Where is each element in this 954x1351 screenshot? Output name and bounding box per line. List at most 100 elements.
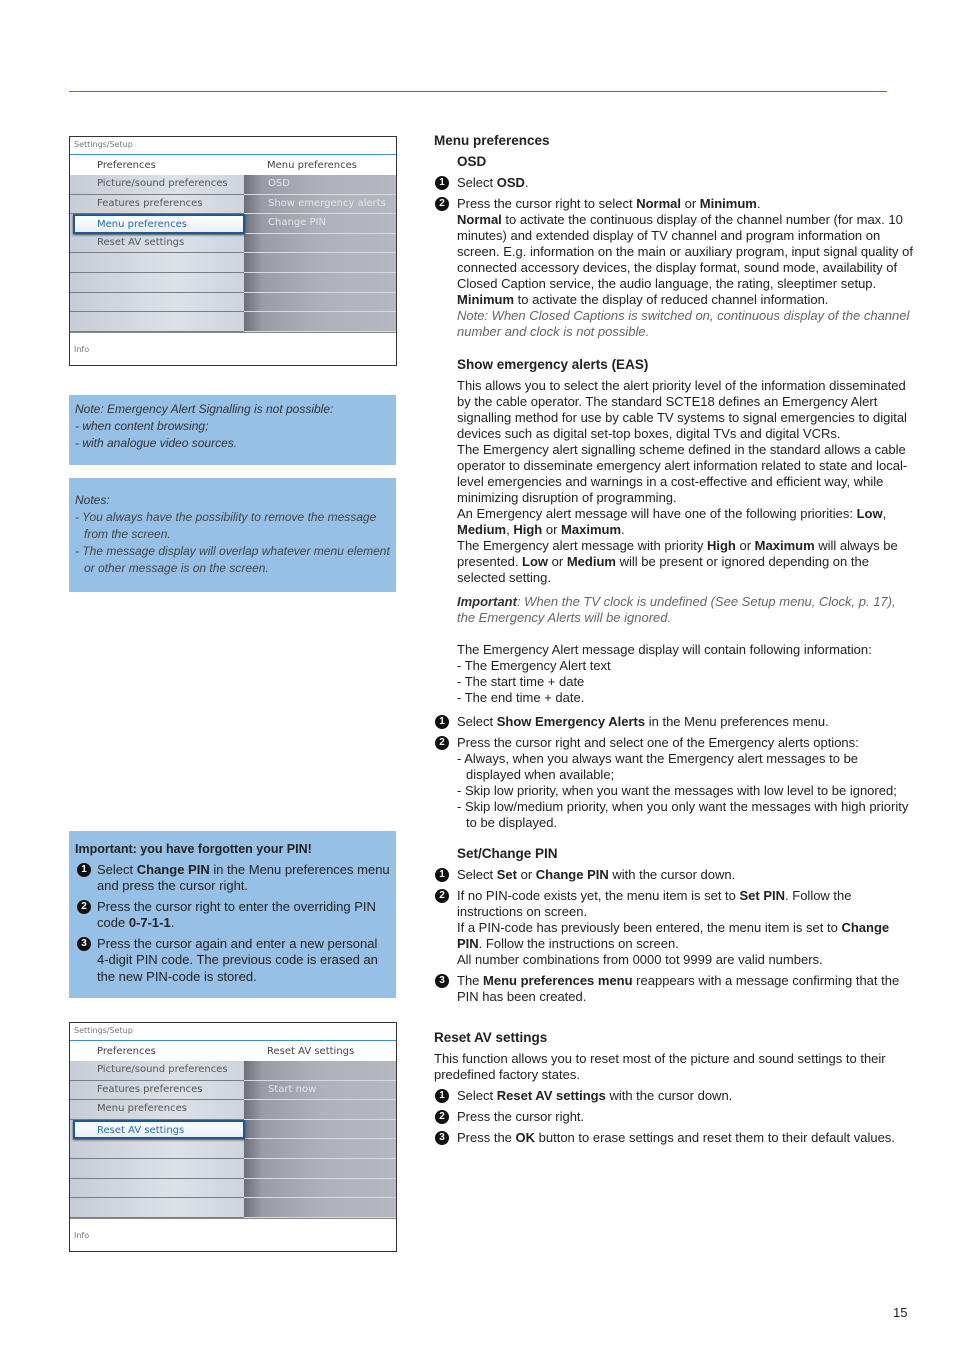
subheading-set-change-pin: Set/Change PIN bbox=[457, 846, 558, 861]
forgotten-pin-step: 3 Press the cursor again and enter a new … bbox=[75, 936, 390, 986]
menu-breadcrumb: Settings/Setup bbox=[70, 1023, 396, 1041]
step-number-icon: 1 bbox=[77, 862, 91, 877]
step-text: Press the cursor right. bbox=[457, 1109, 585, 1124]
menu-item[interactable] bbox=[70, 1198, 244, 1218]
important-label: Important bbox=[457, 594, 517, 609]
submenu-item bbox=[244, 312, 396, 332]
step-number-icon: 2 bbox=[77, 899, 91, 914]
reset-step: 2 Press the cursor right. bbox=[434, 1109, 914, 1125]
step-number-icon: 1 bbox=[435, 715, 449, 729]
submenu-item[interactable]: Start now bbox=[244, 1081, 396, 1101]
menu-item-selected[interactable]: Menu preferences bbox=[73, 214, 245, 234]
menu-left-column: Picture/sound preferences Features prefer… bbox=[70, 175, 245, 332]
main-content: Menu preferences OSD 1 Select OSD. 2 Press … bbox=[434, 133, 914, 1151]
forgotten-pin-box: Important: you have forgotten your PIN! … bbox=[69, 831, 396, 998]
step-text: Select Show Emergency Alerts in the Menu… bbox=[457, 714, 829, 729]
menu-left-header: Preferences bbox=[97, 1045, 156, 1057]
menu-item[interactable]: Features preferences bbox=[70, 1081, 244, 1101]
menu-item[interactable] bbox=[70, 1159, 244, 1179]
note-eas-not-possible: Note: Emergency Alert Signalling is not … bbox=[69, 395, 396, 465]
menu-item[interactable] bbox=[70, 1179, 244, 1199]
menu-left-column: Picture/sound preferences Features prefer… bbox=[70, 1061, 245, 1218]
step-text: Press the OK button to erase settings an… bbox=[457, 1130, 895, 1145]
forgotten-pin-step: 2 Press the cursor right to enter the ove… bbox=[75, 899, 390, 932]
eas-step: 2 Press the cursor right and select one o… bbox=[434, 735, 914, 831]
menu-item[interactable]: Menu preferences bbox=[70, 1100, 244, 1120]
menu-item[interactable] bbox=[70, 312, 244, 332]
eas-body: This allows you to select the alert prio… bbox=[457, 378, 908, 585]
step-text: Select Reset AV settings with the cursor… bbox=[457, 1088, 733, 1103]
eas-step: 1 Select Show Emergency Alerts in the Men… bbox=[434, 714, 914, 730]
step-number-icon: 1 bbox=[435, 868, 449, 882]
submenu-item[interactable]: Show emergency alerts bbox=[244, 195, 396, 215]
note-line: - You always have the possibility to rem… bbox=[75, 510, 377, 541]
note-title: Notes: bbox=[75, 493, 110, 507]
reset-step: 1 Select Reset AV settings with the curso… bbox=[434, 1088, 914, 1104]
menu-right-column: OSD Show emergency alerts Change PIN bbox=[244, 175, 396, 332]
step-number-icon: 2 bbox=[435, 889, 449, 903]
step-text: If no PIN-code exists yet, the menu item… bbox=[457, 888, 890, 967]
step-number-icon: 2 bbox=[435, 736, 449, 750]
step-text: Press the cursor right and select one of… bbox=[457, 735, 909, 830]
menu-info-bar: Info bbox=[70, 1218, 396, 1251]
eas-display-intro: The Emergency Alert message display will… bbox=[457, 642, 872, 657]
note-title: Note: Emergency Alert Signalling is not … bbox=[75, 402, 334, 416]
step-text: Press the cursor right to select Normal … bbox=[457, 196, 913, 339]
pin-step: 2 If no PIN-code exists yet, the menu ite… bbox=[434, 888, 914, 968]
note-line: - when content browsing; bbox=[75, 419, 209, 433]
submenu-item[interactable]: OSD bbox=[244, 175, 396, 195]
step-text: Select Set or Change PIN with the cursor… bbox=[457, 867, 736, 882]
tv-menu-screenshot-reset-av: Settings/Setup Preferences Reset AV sett… bbox=[69, 1022, 397, 1252]
eas-important-note: Important: When the TV clock is undefine… bbox=[434, 594, 914, 626]
submenu-item bbox=[244, 1139, 396, 1159]
submenu-item[interactable]: Change PIN bbox=[244, 214, 396, 234]
subheading-osd: OSD bbox=[457, 154, 487, 169]
reset-step: 3 Press the OK button to erase settings a… bbox=[434, 1130, 914, 1146]
forgotten-pin-title: Important: you have forgotten your PIN! bbox=[75, 842, 312, 856]
submenu-item bbox=[244, 253, 396, 273]
eas-display-item: - The start time + date bbox=[457, 674, 585, 689]
step-number-icon: 1 bbox=[435, 1089, 449, 1103]
submenu-item bbox=[244, 1198, 396, 1218]
note-line: - with analogue video sources. bbox=[75, 436, 238, 450]
submenu-item bbox=[244, 1179, 396, 1199]
step-text: Press the cursor again and enter a new p… bbox=[97, 935, 378, 984]
menu-item[interactable] bbox=[70, 293, 244, 313]
menu-item[interactable] bbox=[70, 273, 244, 293]
step-number-icon: 3 bbox=[77, 936, 91, 951]
menu-left-header: Preferences bbox=[97, 159, 156, 171]
submenu-item bbox=[244, 1159, 396, 1179]
step-text: Press the cursor right to enter the over… bbox=[97, 898, 376, 931]
page-number: 15 bbox=[893, 1305, 908, 1320]
menu-item[interactable]: Picture/sound preferences bbox=[70, 175, 244, 195]
eas-display-item: - The Emergency Alert text bbox=[457, 658, 611, 673]
note-message-display: Notes: - You always have the possibility… bbox=[69, 478, 396, 592]
step-number-icon: 3 bbox=[435, 974, 449, 988]
menu-item[interactable]: Features preferences bbox=[70, 195, 244, 215]
menu-right-header: Menu preferences bbox=[267, 159, 357, 171]
step-number-icon: 1 bbox=[435, 176, 449, 190]
note-line: - The message display will overlap whate… bbox=[75, 544, 390, 575]
menu-item[interactable]: Reset AV settings bbox=[70, 234, 244, 254]
menu-item[interactable] bbox=[70, 1139, 244, 1159]
forgotten-pin-step: 1 Select Change PIN in the Menu preferenc… bbox=[75, 862, 390, 895]
submenu-item bbox=[244, 293, 396, 313]
menu-info-bar: Info bbox=[70, 332, 396, 365]
section-heading-reset-av: Reset AV settings bbox=[434, 1030, 548, 1045]
subheading-eas: Show emergency alerts (EAS) bbox=[457, 357, 649, 372]
section-heading-menu-preferences: Menu preferences bbox=[434, 133, 550, 148]
menu-item[interactable] bbox=[70, 253, 244, 273]
step-number-icon: 2 bbox=[435, 1110, 449, 1124]
header-rule bbox=[69, 91, 887, 92]
menu-right-column: Start now bbox=[244, 1061, 396, 1218]
osd-step: 1 Select OSD. bbox=[434, 175, 914, 191]
pin-step: 3 The Menu preferences menu reappears wit… bbox=[434, 973, 914, 1005]
eas-display-item: - The end time + date. bbox=[457, 690, 585, 705]
menu-item-selected[interactable]: Reset AV settings bbox=[73, 1119, 245, 1140]
submenu-item bbox=[244, 234, 396, 254]
pin-step: 1 Select Set or Change PIN with the curso… bbox=[434, 867, 914, 883]
important-text: : When the TV clock is undefined (See Se… bbox=[457, 594, 896, 625]
menu-item[interactable]: Picture/sound preferences bbox=[70, 1061, 244, 1081]
submenu-item bbox=[244, 1061, 396, 1081]
reset-intro: This function allows you to reset most o… bbox=[434, 1051, 886, 1082]
